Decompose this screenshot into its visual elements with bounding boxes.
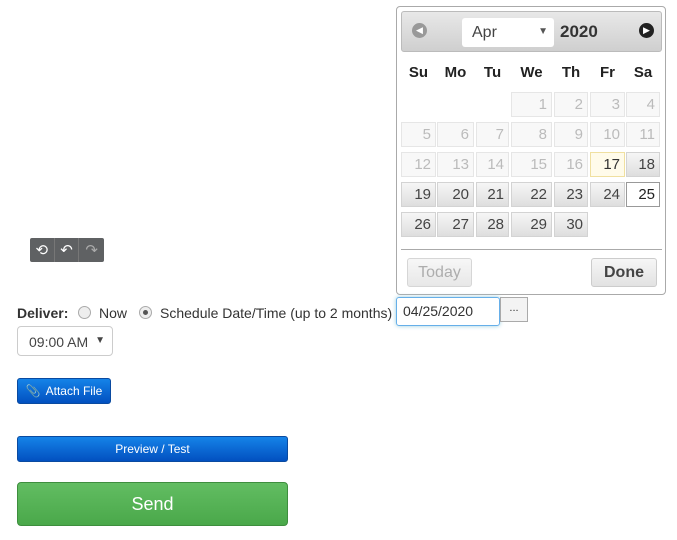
weekday-header: Th <box>561 64 581 81</box>
chevron-down-icon: ▼ <box>538 26 548 37</box>
day-cell: 15 <box>511 152 552 177</box>
day-cell: 3 <box>590 92 625 117</box>
day-cell[interactable]: 28 <box>476 212 509 237</box>
time-value: 09:00 AM <box>29 334 89 350</box>
weekday-header: We <box>520 64 543 81</box>
send-button[interactable]: Send <box>17 482 288 526</box>
prev-month-icon[interactable]: ◀ <box>412 23 427 38</box>
weekday-header: Su <box>408 64 429 81</box>
day-cell: 12 <box>401 152 436 177</box>
month-value: Apr <box>472 24 497 41</box>
datepicker-button[interactable]: ... <box>500 297 528 322</box>
preview-test-button[interactable]: Preview / Test <box>17 436 288 462</box>
chevron-down-icon: ▼ <box>95 335 105 346</box>
month-select[interactable]: Apr ▼ <box>462 18 554 47</box>
weekday-header: Sa <box>633 64 653 81</box>
date-input[interactable]: 04/25/2020 <box>396 297 500 326</box>
paperclip-icon: 📎 <box>25 384 41 398</box>
day-cell: 1 <box>511 92 552 117</box>
day-cell[interactable]: 22 <box>511 182 552 207</box>
day-cell[interactable]: 24 <box>590 182 625 207</box>
day-cell: 7 <box>476 122 509 147</box>
weekday-header: Tu <box>483 64 502 81</box>
day-cell[interactable]: 19 <box>401 182 436 207</box>
divider <box>401 249 662 250</box>
redo-icon[interactable]: ↷ <box>79 238 104 262</box>
schedule-label: Schedule Date/Time (up to 2 months) <box>160 305 393 321</box>
day-cell: 8 <box>511 122 552 147</box>
deliver-label: Deliver: <box>17 305 69 321</box>
day-cell: 14 <box>476 152 509 177</box>
attach-file-label: Attach File <box>45 384 103 398</box>
attach-file-button[interactable]: 📎 Attach File <box>17 378 111 404</box>
day-cell: 11 <box>626 122 660 147</box>
weekday-header: Fr <box>600 64 615 81</box>
history-icon[interactable]: ⟲ <box>30 238 55 262</box>
next-month-icon[interactable]: ▶ <box>639 23 654 38</box>
day-cell[interactable]: 21 <box>476 182 509 207</box>
radio-schedule[interactable] <box>139 306 152 319</box>
day-cell[interactable]: 27 <box>437 212 474 237</box>
today-button[interactable]: Today <box>407 258 472 287</box>
day-cell: 5 <box>401 122 436 147</box>
day-cell: 4 <box>626 92 660 117</box>
day-cell: 2 <box>554 92 588 117</box>
undo-icon[interactable]: ↶ <box>55 238 80 262</box>
now-label: Now <box>99 305 128 321</box>
day-cell: 6 <box>437 122 474 147</box>
done-button[interactable]: Done <box>591 258 657 287</box>
year-label: 2020 <box>560 22 598 41</box>
day-cell: 16 <box>554 152 588 177</box>
time-select[interactable]: 09:00 AM ▼ <box>17 326 113 356</box>
day-cell[interactable]: 18 <box>626 152 660 177</box>
day-cell: 9 <box>554 122 588 147</box>
weekday-header: Mo <box>444 64 467 81</box>
history-toolbar: ⟲ ↶ ↷ <box>30 238 104 262</box>
datepicker-popup: ◀ Apr ▼ 2020 ▶ Su Mo Tu We Th Fr Sa 1 2 3 4 5 6 7 8 9 10 1… <box>396 6 666 295</box>
radio-now[interactable] <box>78 306 91 319</box>
datepicker-header: ◀ Apr ▼ 2020 ▶ <box>401 11 662 52</box>
day-cell[interactable]: 17 <box>590 152 625 177</box>
day-cell[interactable]: 29 <box>511 212 552 237</box>
day-cell[interactable]: 26 <box>401 212 436 237</box>
day-cell: 13 <box>437 152 474 177</box>
day-cell[interactable]: 23 <box>554 182 588 207</box>
day-cell[interactable]: 20 <box>437 182 474 207</box>
day-cell[interactable]: 30 <box>554 212 588 237</box>
day-cell: 10 <box>590 122 625 147</box>
day-cell[interactable]: 25 <box>626 182 660 207</box>
